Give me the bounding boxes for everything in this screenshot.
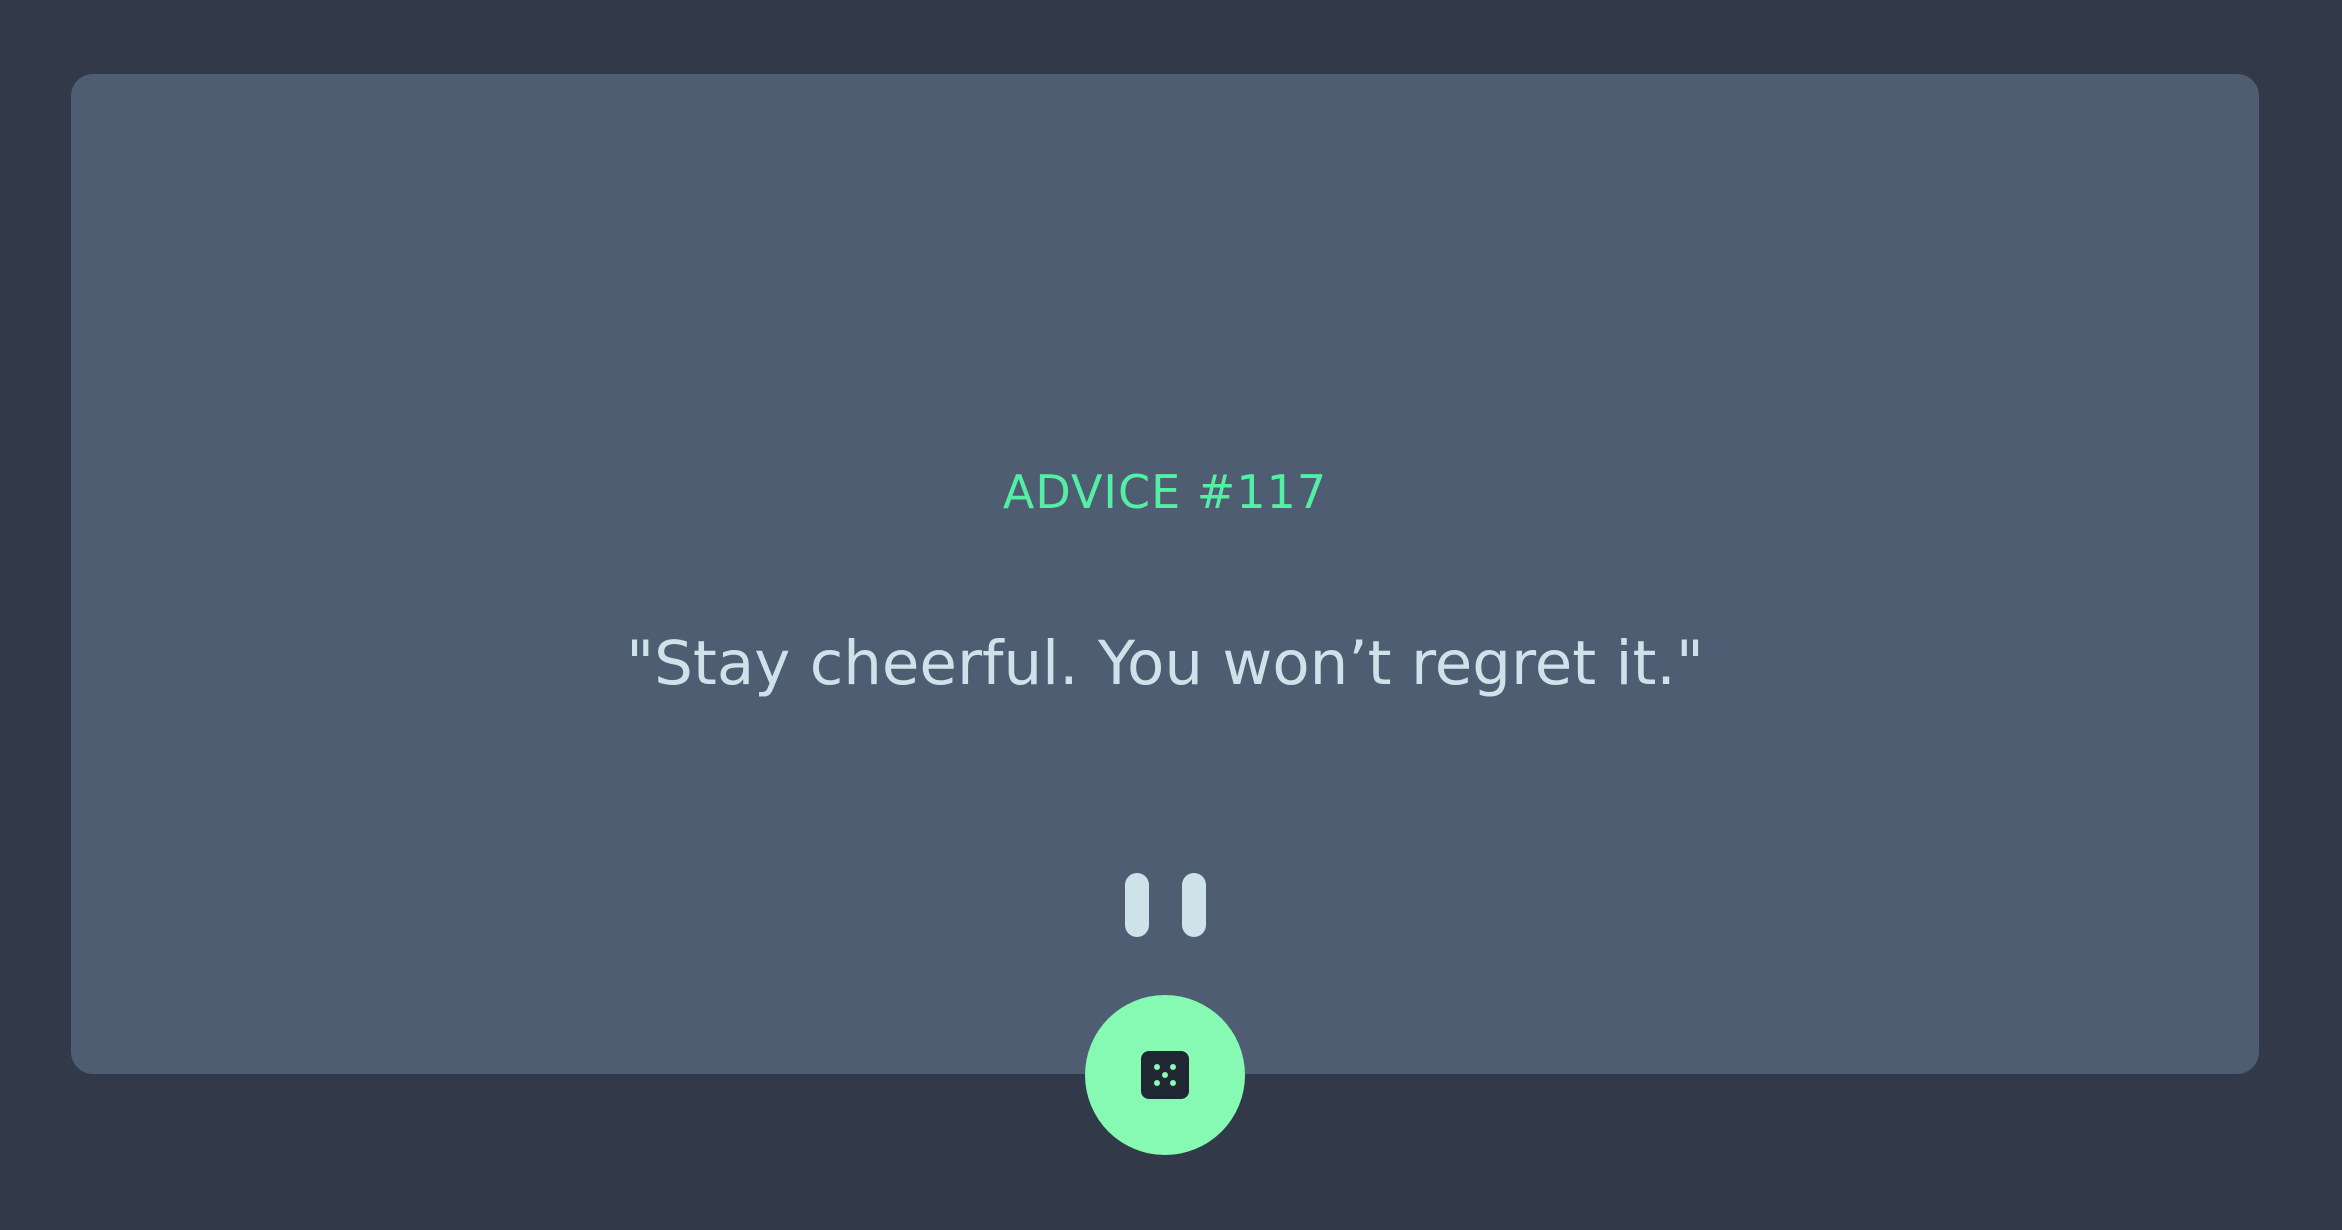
dice-dot bbox=[1162, 1072, 1168, 1078]
dice-dot bbox=[1154, 1080, 1160, 1086]
advice-card: ADVICE #117 "Stay cheerful. You won’t re… bbox=[71, 74, 2259, 1074]
dice-dot bbox=[1154, 1064, 1160, 1070]
dice-icon bbox=[1141, 1051, 1189, 1099]
dice-dot bbox=[1170, 1064, 1176, 1070]
pause-bar-left bbox=[1124, 873, 1149, 937]
pause-icon bbox=[1124, 873, 1206, 937]
advice-quote: "Stay cheerful. You won’t regret it." bbox=[626, 628, 1704, 699]
dice-dot bbox=[1170, 1080, 1176, 1086]
pattern-divider bbox=[71, 830, 2259, 980]
pause-bar-right bbox=[1181, 873, 1206, 937]
advice-number: ADVICE #117 bbox=[1002, 465, 1328, 519]
generate-advice-button[interactable] bbox=[1085, 995, 1245, 1155]
